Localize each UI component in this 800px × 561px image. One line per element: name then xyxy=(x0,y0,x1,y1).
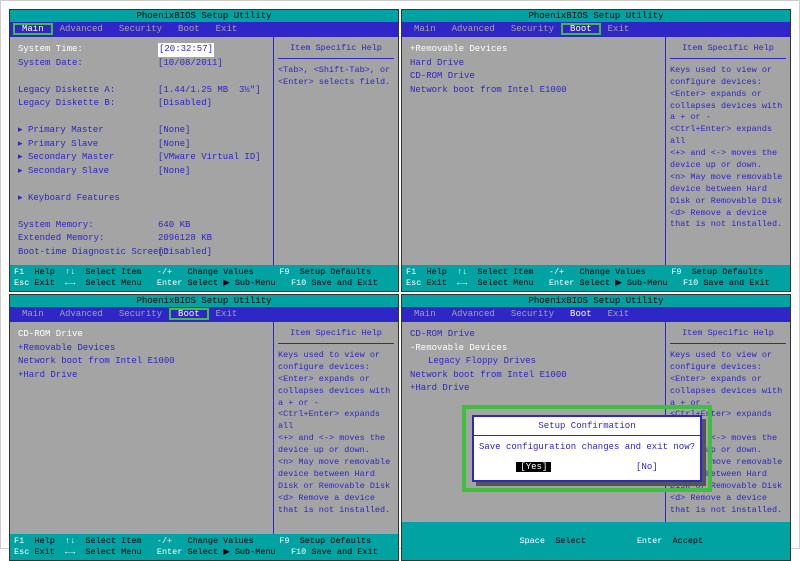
menu-exit[interactable]: Exit xyxy=(208,24,246,34)
bios-panel-boot-default: PhoenixBIOS Setup Utility Main Advanced … xyxy=(401,9,791,292)
help-header: Item Specific Help xyxy=(278,43,394,59)
sysmem-value: 640 KB xyxy=(158,219,190,233)
boot-hdd[interactable]: +Hard Drive xyxy=(18,369,77,383)
menu-boot[interactable]: Boot xyxy=(170,309,208,319)
title-bar: PhoenixBIOS Setup Utility xyxy=(10,295,398,307)
system-date-label: System Date: xyxy=(18,57,158,71)
menu-main[interactable]: Main xyxy=(406,309,444,319)
help-header: Item Specific Help xyxy=(670,328,786,344)
menu-main[interactable]: Main xyxy=(14,24,52,34)
help-text: Keys used to view or configure devices: … xyxy=(278,350,394,516)
menu-advanced[interactable]: Advanced xyxy=(444,24,503,34)
bios-panel-main: PhoenixBIOS Setup Utility Main Advanced … xyxy=(9,9,399,292)
menu-security[interactable]: Security xyxy=(503,24,562,34)
boot-removable[interactable]: +Removable Devices xyxy=(18,342,115,356)
dialog-title: Setup Confirmation xyxy=(474,417,700,436)
help-text: Keys used to view or configure devices: … xyxy=(670,65,786,231)
bios-panel-boot-reorder: PhoenixBIOS Setup Utility Main Advanced … xyxy=(9,294,399,561)
primary-slave-label[interactable]: Primary Slave xyxy=(28,138,158,152)
diag-label: Boot-time Diagnostic Screen: xyxy=(18,246,158,260)
extmem-value: 2096128 KB xyxy=(158,232,212,246)
menu-security[interactable]: Security xyxy=(111,24,170,34)
menu-bar: Main Advanced Security Boot Exit xyxy=(10,22,398,36)
setup-confirmation-dialog: Setup Confirmation Save configuration ch… xyxy=(472,415,702,482)
title-bar: PhoenixBIOS Setup Utility xyxy=(402,295,790,307)
boot-floppy[interactable]: Legacy Floppy Drives xyxy=(410,355,536,369)
boot-cdrom[interactable]: CD-ROM Drive xyxy=(410,70,475,84)
legacy-b-label: Legacy Diskette B: xyxy=(18,97,158,111)
extmem-label: Extended Memory: xyxy=(18,232,158,246)
system-time-label: System Time: xyxy=(18,43,158,57)
boot-net[interactable]: Network boot from Intel E1000 xyxy=(410,84,567,98)
help-header: Item Specific Help xyxy=(670,43,786,59)
diag-value[interactable]: [Disabled] xyxy=(158,246,212,260)
title-bar: PhoenixBIOS Setup Utility xyxy=(10,10,398,22)
help-pane: Item Specific Help Keys used to view or … xyxy=(273,322,398,533)
help-text: <Tab>, <Shift-Tab>, or <Enter> selects f… xyxy=(278,65,394,89)
boot-order-pane: CD-ROM Drive +Removable Devices Network … xyxy=(10,322,273,533)
footer-bar: Space Select Enter Accept xyxy=(402,522,790,559)
menu-boot[interactable]: Boot xyxy=(562,24,600,34)
menu-advanced[interactable]: Advanced xyxy=(444,309,503,319)
menu-security[interactable]: Security xyxy=(503,309,562,319)
boot-net[interactable]: Network boot from Intel E1000 xyxy=(410,369,567,383)
boot-order-pane: +Removable Devices Hard Drive CD-ROM Dri… xyxy=(402,37,665,265)
menu-exit[interactable]: Exit xyxy=(208,309,246,319)
sysmem-label: System Memory: xyxy=(18,219,158,233)
legacy-a-label: Legacy Diskette A: xyxy=(18,84,158,98)
primary-slave-value: [None] xyxy=(158,138,190,152)
keyboard-features[interactable]: Keyboard Features xyxy=(28,192,120,206)
menu-advanced[interactable]: Advanced xyxy=(52,309,111,319)
boot-hdd[interactable]: Hard Drive xyxy=(410,57,464,71)
menu-bar: Main Advanced Security Boot Exit xyxy=(402,22,790,36)
menu-bar: Main Advanced Security Boot Exit xyxy=(402,307,790,321)
main-settings-pane: System Time:[20:32:57] System Date:[10/0… xyxy=(10,37,273,265)
system-time-value[interactable]: [20:32:57] xyxy=(158,43,214,57)
primary-master-label[interactable]: Primary Master xyxy=(28,124,158,138)
dialog-body: Save configuration changes and exit now? xyxy=(474,436,700,458)
boot-cdrom[interactable]: CD-ROM Drive xyxy=(18,328,83,342)
legacy-b-value[interactable]: [Disabled] xyxy=(158,97,212,111)
boot-hdd[interactable]: +Hard Drive xyxy=(410,382,469,396)
menu-exit[interactable]: Exit xyxy=(600,309,638,319)
secondary-slave-value: [None] xyxy=(158,165,190,179)
menu-bar: Main Advanced Security Boot Exit xyxy=(10,307,398,321)
boot-removable[interactable]: -Removable Devices xyxy=(410,342,507,356)
system-date-value[interactable]: [10/08/2011] xyxy=(158,57,223,71)
menu-boot[interactable]: Boot xyxy=(170,24,208,34)
secondary-master-label[interactable]: Secondary Master xyxy=(28,151,158,165)
secondary-slave-label[interactable]: Secondary Slave xyxy=(28,165,158,179)
menu-advanced[interactable]: Advanced xyxy=(52,24,111,34)
menu-exit[interactable]: Exit xyxy=(600,24,638,34)
boot-removable[interactable]: +Removable Devices xyxy=(410,43,507,57)
help-pane: Item Specific Help <Tab>, <Shift-Tab>, o… xyxy=(273,37,398,265)
primary-master-value: [None] xyxy=(158,124,190,138)
footer-bar: F1 Help ↑↓ Select Item -/+ Change Values… xyxy=(10,265,398,291)
title-bar: PhoenixBIOS Setup Utility xyxy=(402,10,790,22)
bios-panel-confirm: PhoenixBIOS Setup Utility Main Advanced … xyxy=(401,294,791,561)
menu-main[interactable]: Main xyxy=(14,309,52,319)
secondary-master-value: [VMware Virtual ID] xyxy=(158,151,261,165)
footer-bar: F1 Help ↑↓ Select Item -/+ Change Values… xyxy=(402,265,790,291)
help-pane: Item Specific Help Keys used to view or … xyxy=(665,37,790,265)
dialog-no-button[interactable]: [No] xyxy=(636,462,658,472)
help-header: Item Specific Help xyxy=(278,328,394,344)
legacy-a-value[interactable]: [1.44/1.25 MB 3½"] xyxy=(158,84,261,98)
footer-bar: F1 Help ↑↓ Select Item -/+ Change Values… xyxy=(10,534,398,560)
menu-main[interactable]: Main xyxy=(406,24,444,34)
menu-security[interactable]: Security xyxy=(111,309,170,319)
menu-boot[interactable]: Boot xyxy=(562,309,600,319)
boot-net[interactable]: Network boot from Intel E1000 xyxy=(18,355,175,369)
dialog-yes-button[interactable]: [Yes] xyxy=(516,462,551,472)
boot-cdrom[interactable]: CD-ROM Drive xyxy=(410,328,475,342)
